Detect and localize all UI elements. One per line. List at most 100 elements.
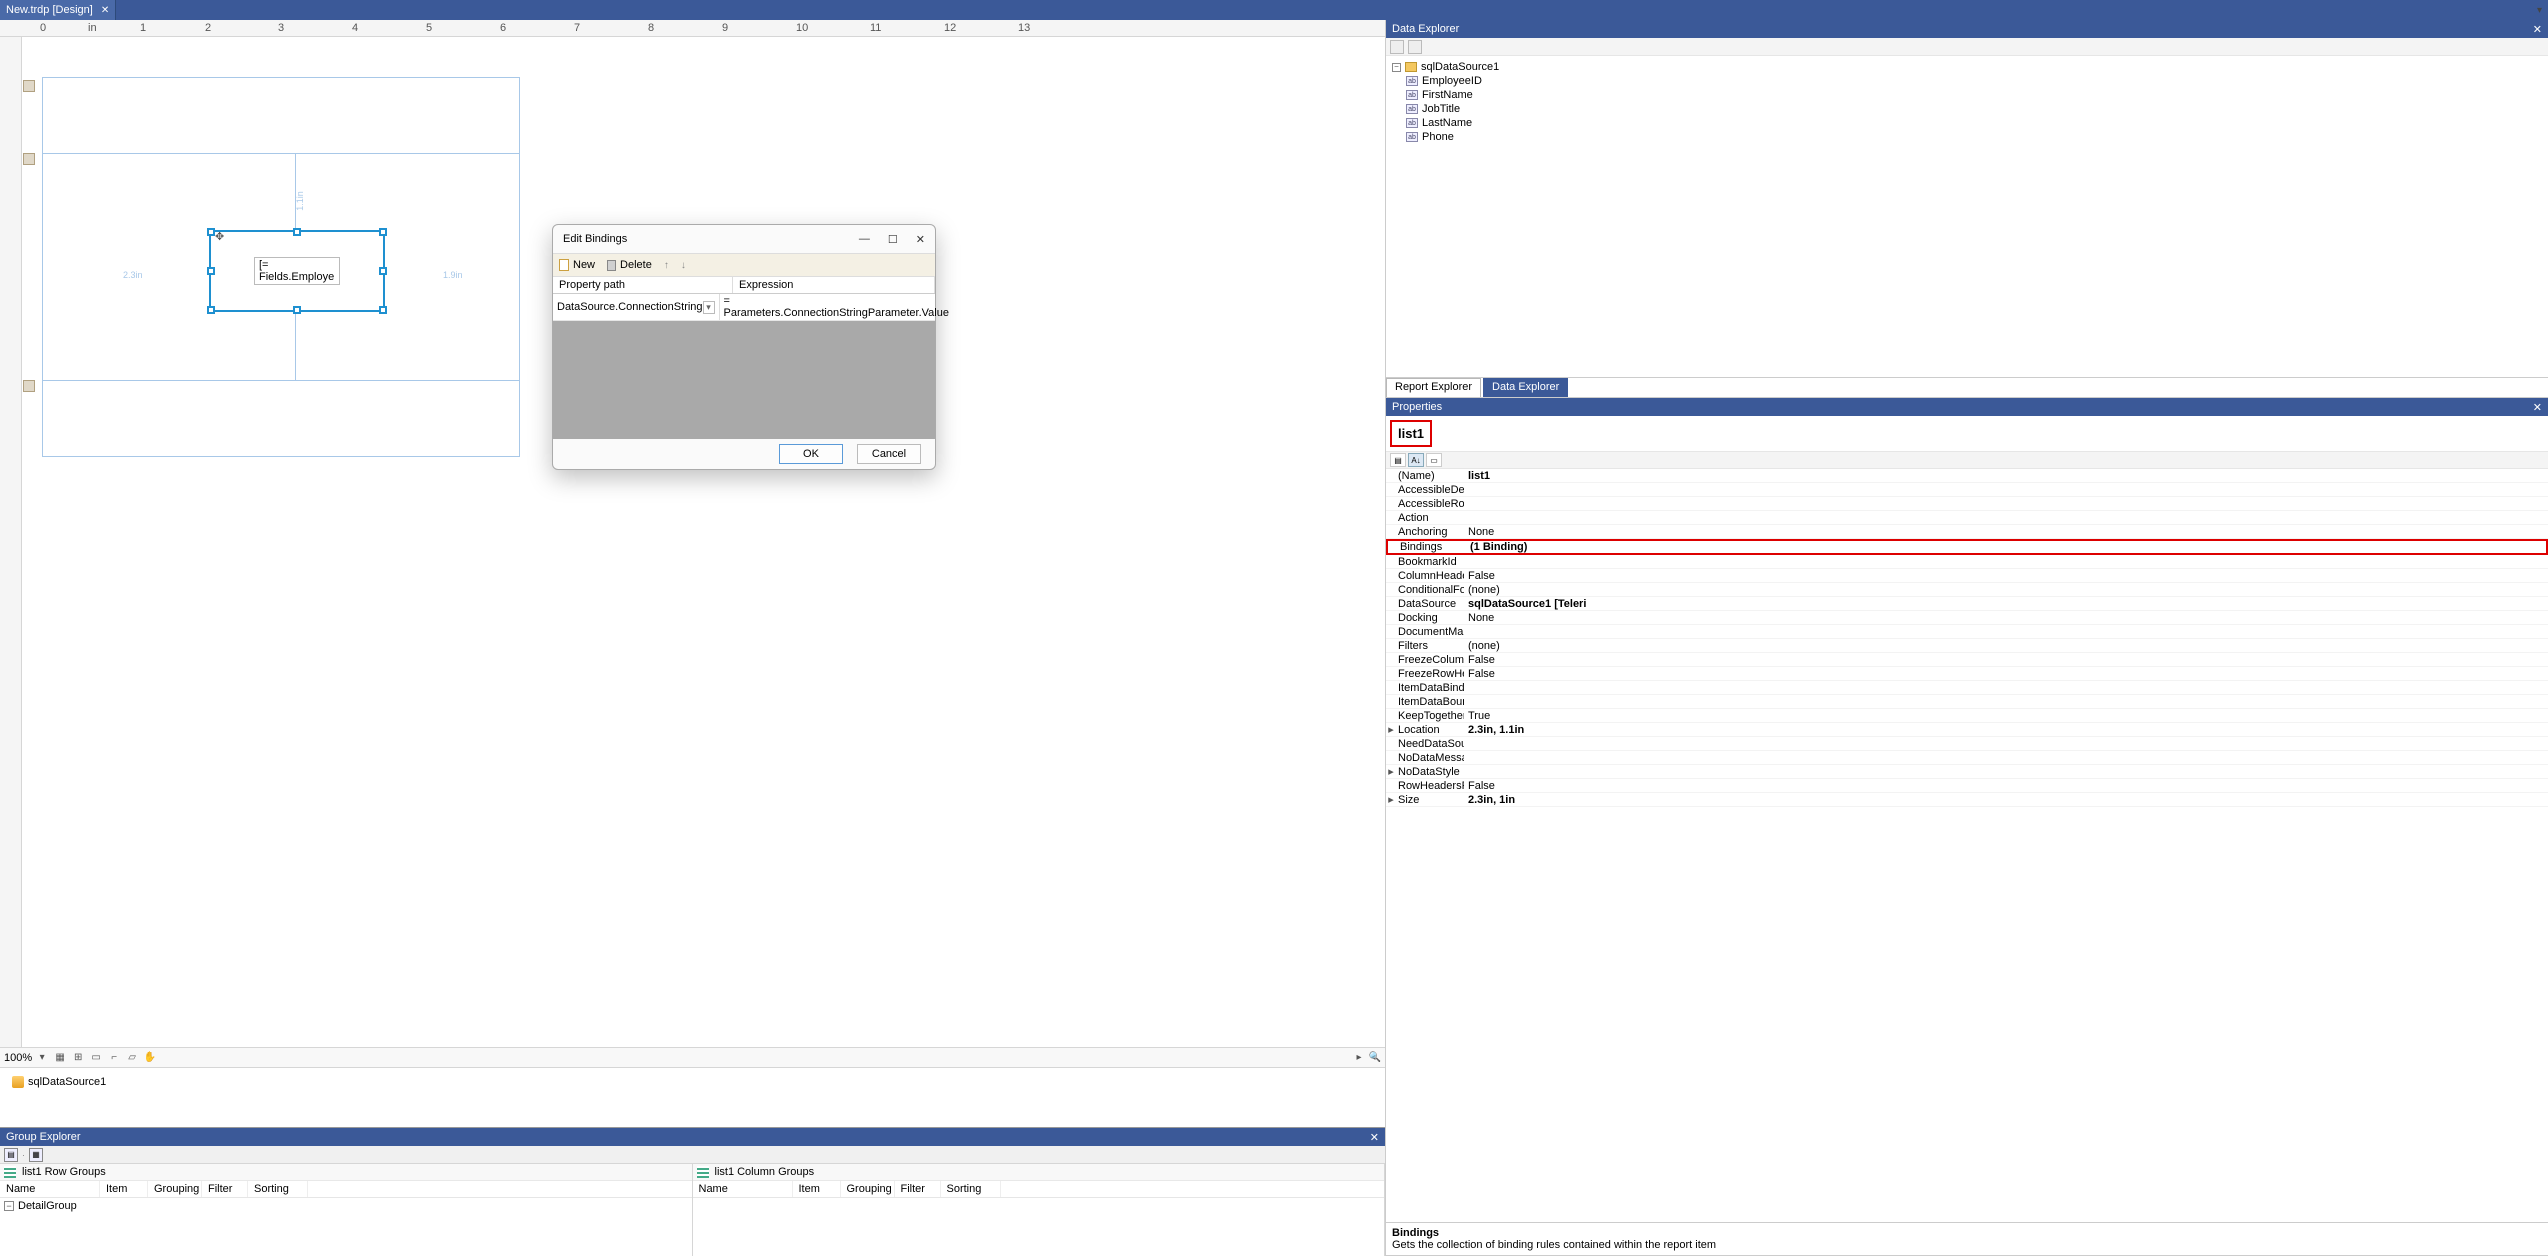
ge-mode1-icon[interactable]: ▤ [4, 1148, 18, 1162]
property-row[interactable]: RowHeadersPriFalse [1386, 779, 2548, 793]
dimensions-icon[interactable]: ▱ [124, 1050, 140, 1066]
field-expression[interactable]: [= Fields.Employe [254, 257, 340, 285]
close-panel-icon[interactable]: ✕ [1370, 1131, 1379, 1144]
property-value[interactable]: 2.3in, 1.1in [1464, 724, 2548, 736]
property-row[interactable]: ColumnHeadersFalse [1386, 569, 2548, 583]
property-row[interactable]: Filters(none) [1386, 639, 2548, 653]
tree-field[interactable]: abFirstName [1406, 88, 2542, 102]
selected-list-item[interactable]: ✥ [= Fields.Employe [209, 230, 385, 312]
col-expression[interactable]: Expression [733, 277, 935, 293]
properties-object-selector[interactable]: list1 [1390, 420, 1432, 447]
zoom-value[interactable]: 100% [4, 1052, 32, 1064]
property-value[interactable]: True [1464, 710, 2548, 722]
row-group-item[interactable]: − DetailGroup [0, 1198, 692, 1214]
property-value[interactable]: False [1464, 654, 2548, 666]
cancel-button[interactable]: Cancel [857, 444, 921, 464]
minimize-icon[interactable]: — [859, 233, 870, 246]
resize-handle[interactable] [207, 228, 215, 236]
move-down-icon[interactable]: ↓ [681, 260, 686, 271]
collapse-all-icon[interactable] [1408, 40, 1422, 54]
property-value[interactable]: 2.3in, 1in [1464, 794, 2548, 806]
delete-button[interactable]: Delete [607, 259, 652, 271]
resize-handle[interactable] [379, 267, 387, 275]
property-row[interactable]: Bindings(1 Binding) [1386, 539, 2548, 555]
property-value[interactable]: (none) [1464, 640, 2548, 652]
report-canvas[interactable]: ✥ [= Fields.Employe 2.3in 1.9in 1.1in [22, 37, 1385, 1047]
close-tab-icon[interactable]: ✕ [101, 5, 109, 16]
dropdown-icon[interactable]: ▾ [703, 301, 715, 314]
expand-icon[interactable]: ▸ [1386, 793, 1396, 806]
property-value[interactable]: False [1464, 668, 2548, 680]
property-value[interactable]: list1 [1464, 470, 2548, 482]
tree-field[interactable]: abPhone [1406, 130, 2542, 144]
datasource-item[interactable]: sqlDataSource1 [12, 1076, 106, 1088]
tab-report-explorer[interactable]: Report Explorer [1386, 378, 1481, 397]
snap-grid-icon[interactable]: ⊞ [70, 1050, 86, 1066]
zoom-dropdown-icon[interactable]: ▾ [34, 1050, 50, 1066]
resize-handle[interactable] [293, 306, 301, 314]
col-property-path[interactable]: Property path [553, 277, 733, 293]
property-value[interactable]: (1 Binding) [1466, 541, 2546, 553]
property-path-cell[interactable]: DataSource.ConnectionString ▾ [553, 294, 720, 320]
document-tab[interactable]: New.trdp [Design] ✕ [0, 0, 116, 20]
dialog-grid-row[interactable]: DataSource.ConnectionString ▾ = Paramete… [553, 294, 935, 321]
property-row[interactable]: FreezeColumnHFalse [1386, 653, 2548, 667]
tree-node[interactable]: − sqlDataSource1 [1392, 60, 2542, 74]
property-row[interactable]: AccessibleDesc [1386, 483, 2548, 497]
move-up-icon[interactable]: ↑ [664, 260, 669, 271]
report-page[interactable]: ✥ [= Fields.Employe 2.3in 1.9in 1.1in [42, 77, 520, 457]
property-value[interactable]: None [1464, 612, 2548, 624]
ok-button[interactable]: OK [779, 444, 843, 464]
resize-handle[interactable] [293, 228, 301, 236]
resize-handle[interactable] [207, 306, 215, 314]
scroll-right-icon[interactable]: ▸ [1351, 1050, 1367, 1066]
property-row[interactable]: ItemDataBinding [1386, 681, 2548, 695]
align-icon[interactable]: ⌐ [106, 1050, 122, 1066]
snap-line-icon[interactable]: ▭ [88, 1050, 104, 1066]
property-value[interactable]: None [1464, 526, 2548, 538]
property-row[interactable]: DockingNone [1386, 611, 2548, 625]
expand-icon[interactable]: ▸ [1386, 723, 1396, 736]
resize-handle[interactable] [379, 228, 387, 236]
property-row[interactable]: ▸Size2.3in, 1in [1386, 793, 2548, 807]
section-marker-icon[interactable] [23, 153, 35, 165]
dialog-grid-body[interactable] [553, 321, 935, 439]
refresh-icon[interactable] [1390, 40, 1404, 54]
collapse-icon[interactable]: − [4, 1201, 14, 1211]
zoom-fit-icon[interactable]: 🔍 [1367, 1050, 1383, 1066]
tab-data-explorer[interactable]: Data Explorer [1483, 378, 1568, 397]
property-row[interactable]: DocumentMapT [1386, 625, 2548, 639]
resize-handle[interactable] [207, 267, 215, 275]
property-row[interactable]: BookmarkId [1386, 555, 2548, 569]
properties-pages-icon[interactable]: ▭ [1426, 453, 1442, 467]
tab-overflow-icon[interactable]: ▾ [2531, 5, 2548, 16]
property-value[interactable]: False [1464, 780, 2548, 792]
tree-field[interactable]: abJobTitle [1406, 102, 2542, 116]
property-row[interactable]: AccessibleRole [1386, 497, 2548, 511]
resize-handle[interactable] [379, 306, 387, 314]
property-row[interactable]: DataSourcesqlDataSource1 [Teleri [1386, 597, 2548, 611]
grid-toggle-icon[interactable]: ▦ [52, 1050, 68, 1066]
section-marker-icon[interactable] [23, 380, 35, 392]
categorized-icon[interactable]: ▤ [1390, 453, 1406, 467]
property-value[interactable]: (none) [1464, 584, 2548, 596]
close-panel-icon[interactable]: ✕ [2533, 401, 2542, 414]
ge-mode2-icon[interactable]: ▦ [29, 1148, 43, 1162]
pan-icon[interactable]: ✋ [142, 1050, 158, 1066]
property-row[interactable]: ConditionalForm(none) [1386, 583, 2548, 597]
maximize-icon[interactable]: ☐ [888, 233, 898, 246]
new-button[interactable]: New [559, 259, 595, 271]
dialog-titlebar[interactable]: Edit Bindings — ☐ ✕ [553, 225, 935, 253]
tree-field[interactable]: abEmployeeID [1406, 74, 2542, 88]
close-panel-icon[interactable]: ✕ [2533, 23, 2542, 36]
property-row[interactable]: ▸NoDataStyle [1386, 765, 2548, 779]
property-row[interactable]: Action [1386, 511, 2548, 525]
tree-field[interactable]: abLastName [1406, 116, 2542, 130]
expand-icon[interactable]: ▸ [1386, 765, 1396, 778]
section-marker-icon[interactable] [23, 80, 35, 92]
property-row[interactable]: ItemDataBound [1386, 695, 2548, 709]
alphabetical-icon[interactable]: A↓ [1408, 453, 1424, 467]
property-row[interactable]: KeepTogetherTrue [1386, 709, 2548, 723]
property-row[interactable]: (Name)list1 [1386, 469, 2548, 483]
close-icon[interactable]: ✕ [916, 233, 925, 246]
